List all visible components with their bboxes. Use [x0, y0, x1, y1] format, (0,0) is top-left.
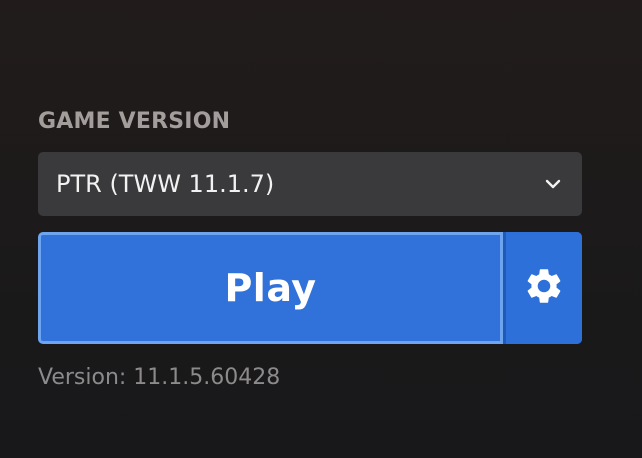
game-version-dropdown[interactable]: PTR (TWW 11.1.7): [38, 152, 582, 216]
chevron-down-icon: [542, 173, 564, 195]
gear-icon: [523, 265, 565, 312]
game-settings-button[interactable]: [506, 232, 582, 344]
launch-button-group: Play: [38, 232, 582, 344]
play-button[interactable]: Play: [38, 232, 503, 344]
game-version-selected-value: PTR (TWW 11.1.7): [56, 170, 275, 198]
game-version-label: GAME VERSION: [38, 109, 231, 134]
game-version-panel: GAME VERSION PTR (TWW 11.1.7) Play Versi…: [38, 108, 582, 392]
play-button-label: Play: [224, 266, 317, 310]
client-version-text: Version: 11.1.5.60428: [38, 365, 281, 390]
